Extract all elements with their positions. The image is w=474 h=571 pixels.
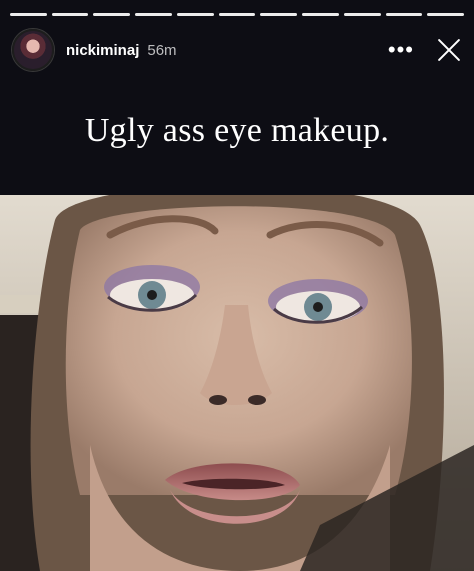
story-caption: Ugly ass eye makeup. [84, 112, 390, 149]
progress-segment [10, 13, 47, 16]
progress-segment [93, 13, 131, 16]
progress-segment [385, 13, 423, 16]
progress-segment [51, 13, 89, 16]
progress-segment [176, 13, 214, 16]
progress-segment [135, 13, 172, 16]
story-header: nickiminaj 56m ••• [12, 28, 462, 72]
story-progress-bar [10, 13, 465, 16]
close-button[interactable] [436, 37, 462, 63]
face-photo-illustration [0, 195, 474, 571]
timestamp-label: 56m [147, 41, 177, 59]
progress-segment [260, 13, 298, 16]
username-label[interactable]: nickiminaj [66, 42, 139, 59]
progress-segment [343, 13, 381, 16]
more-horizontal-icon: ••• [387, 37, 414, 62]
progress-segment [427, 13, 465, 16]
profile-avatar[interactable] [12, 29, 54, 71]
story-photo[interactable] [0, 195, 474, 571]
more-options-button[interactable]: ••• [388, 39, 414, 61]
progress-segment [302, 13, 339, 16]
story-viewer: nickiminaj 56m ••• Ugly ass eye makeup. [0, 0, 474, 571]
progress-segment [218, 13, 256, 16]
